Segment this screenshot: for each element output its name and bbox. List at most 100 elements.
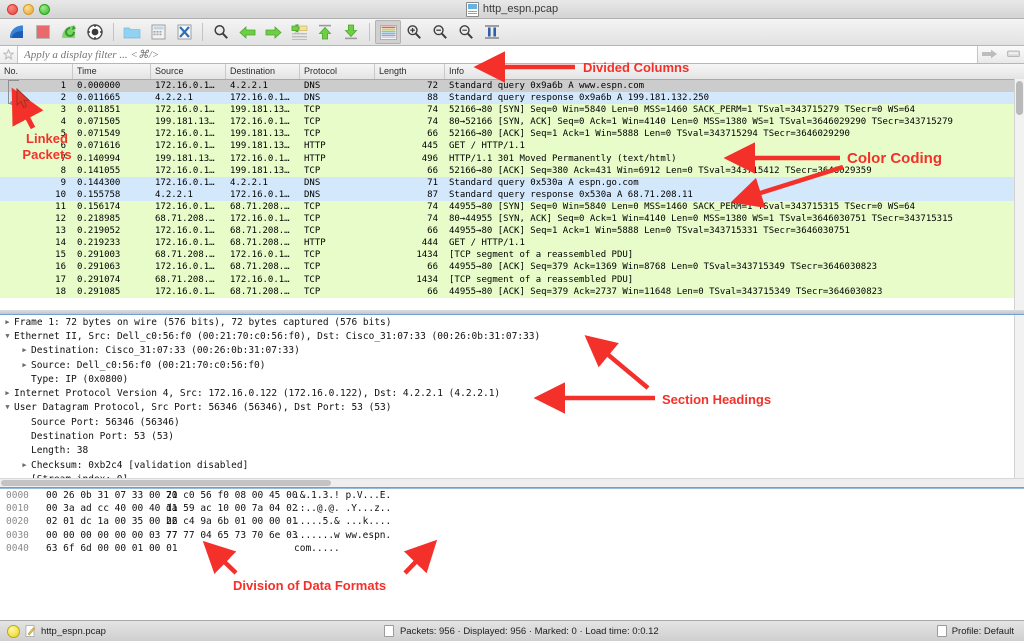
table-row[interactable]: 5 0.071549 172.16.0.1… 199.181.13… TCP 66 5216… xyxy=(0,128,1024,141)
table-row[interactable]: 9 0.144300 172.16.0.1… 4.2.2.1 DNS 71 Standard… xyxy=(0,176,1024,189)
packet-details-tree[interactable]: ▶ Frame 1: 72 bytes on wire (576 bits), 7… xyxy=(0,315,1024,487)
hex-dump[interactable]: 0000 00 26 0b 31 07 33 00 21 70 c0 56 f0 0… xyxy=(0,489,1024,555)
detail-tree-item[interactable]: ▶ Destination: Cisco_31:07:33 (00:26:0b:3… xyxy=(0,344,1024,358)
cell-proto: HTTP xyxy=(304,153,326,164)
detail-tree-item[interactable]: Type: IP (0x0800) xyxy=(0,372,1024,386)
table-row[interactable]: 12 0.218985 68.71.208.… 172.16.0.1… TCP 74 80→… xyxy=(0,213,1024,226)
table-row[interactable]: 3 0.011851 172.16.0.1… 199.181.13… TCP 74 5216… xyxy=(0,104,1024,117)
cell-proto: TCP xyxy=(304,165,321,176)
find-packet-button[interactable] xyxy=(208,20,234,44)
capture-comment-icon[interactable] xyxy=(25,625,36,637)
detail-tree-item[interactable]: ▼ User Datagram Protocol, Src Port: 56346… xyxy=(0,401,1024,415)
column-header-protocol[interactable]: Protocol xyxy=(300,64,375,79)
go-back-button[interactable] xyxy=(234,20,260,44)
status-right[interactable]: Profile: Default xyxy=(936,625,1024,637)
packet-details-scrollbar[interactable] xyxy=(1014,315,1024,487)
detail-tree-item[interactable]: ▶ Checksum: 0xb2c4 [validation disabled] xyxy=(0,458,1024,472)
table-row[interactable]: 14 0.219233 172.16.0.1… 68.71.208.… HTTP 444 G… xyxy=(0,237,1024,250)
chevron-right-icon[interactable]: ▶ xyxy=(20,361,29,369)
hex-dump-row[interactable]: 0000 00 26 0b 31 07 33 00 21 70 c0 56 f0 0… xyxy=(0,489,1024,502)
table-row[interactable]: 16 0.291063 172.16.0.1… 68.71.208.… TCP 66 449… xyxy=(0,261,1024,274)
chevron-right-icon[interactable]: ▶ xyxy=(3,390,12,397)
column-header-destination[interactable]: Destination xyxy=(226,64,300,79)
go-to-first-button[interactable] xyxy=(312,20,338,44)
packet-list-scroll-thumb[interactable] xyxy=(1016,81,1023,115)
table-row[interactable]: 18 0.291085 172.16.0.1… 68.71.208.… TCP 66 449… xyxy=(0,285,1024,298)
close-file-button[interactable] xyxy=(171,20,197,44)
chevron-down-icon[interactable]: ▼ xyxy=(3,332,12,340)
packet-details-hscroll-thumb[interactable] xyxy=(1,480,331,486)
open-file-button[interactable] xyxy=(119,20,145,44)
cell-src: 68.71.208.… xyxy=(155,250,215,261)
table-row[interactable]: 2 0.011665 4.2.2.1 172.16.0.1… DNS 88 Standard… xyxy=(0,92,1024,105)
detail-tree-item[interactable]: ▶ Internet Protocol Version 4, Src: 172.1… xyxy=(0,386,1024,400)
hex-ascii: .......w ww.espn. xyxy=(294,529,392,541)
column-header-info[interactable]: Info xyxy=(445,64,1024,79)
detail-tree-item[interactable]: ▶ Source: Dell_c0:56:f0 (00:21:70:c0:56:f… xyxy=(0,358,1024,372)
filter-expression-icon[interactable] xyxy=(1006,46,1020,64)
table-row[interactable]: 15 0.291003 68.71.208.… 172.16.0.1… TCP 1434 [… xyxy=(0,249,1024,262)
hex-dump-row[interactable]: 0010 00 3a ad cc 40 00 40 11 da 59 ac 10 0… xyxy=(0,502,1024,515)
display-filter-input[interactable] xyxy=(18,46,977,63)
table-row[interactable]: 8 0.141055 172.16.0.1… 199.181.13… TCP 66 5216… xyxy=(0,164,1024,177)
table-row[interactable]: 10 0.155758 4.2.2.1 172.16.0.1… DNS 87 Standar… xyxy=(0,188,1024,201)
table-row[interactable]: 1 0.000000 172.16.0.1… 4.2.2.1 DNS 72 Standard… xyxy=(0,80,1024,93)
packet-list-pane[interactable]: No. Time Source Destination Protocol Len… xyxy=(0,64,1024,310)
packet-bytes-pane[interactable]: 0000 00 26 0b 31 07 33 00 21 70 c0 56 f0 0… xyxy=(0,488,1024,609)
hex-dump-row[interactable]: 0040 63 6f 6d 00 00 01 00 01 com..... xyxy=(0,542,1024,555)
chevron-down-icon[interactable]: ▼ xyxy=(3,404,12,411)
column-header-length[interactable]: Length xyxy=(375,64,445,79)
go-to-packet-button[interactable] xyxy=(286,20,312,44)
cell-src: 68.71.208.… xyxy=(155,214,215,225)
filter-apply-icon[interactable] xyxy=(982,46,998,64)
packet-list-body[interactable]: 1 0.000000 172.16.0.1… 4.2.2.1 DNS 72 Standard… xyxy=(0,80,1024,298)
cell-dst: 199.181.13… xyxy=(230,105,290,116)
table-row[interactable]: 11 0.156174 172.16.0.1… 68.71.208.… TCP 74 449… xyxy=(0,200,1024,214)
cell-info: Standard query response 0x9a6b A 199.181… xyxy=(449,93,710,104)
packet-details-pane[interactable]: ▶ Frame 1: 72 bytes on wire (576 bits), 7… xyxy=(0,314,1024,488)
zoom-in-button[interactable] xyxy=(401,20,427,44)
save-file-button[interactable] xyxy=(145,20,171,44)
capture-options-button[interactable] xyxy=(82,20,108,44)
close-button[interactable] xyxy=(7,3,18,15)
detail-tree-item[interactable]: Length: 38 xyxy=(0,444,1024,458)
zoom-out-button[interactable] xyxy=(427,20,453,44)
table-row[interactable]: 4 0.071505 199.181.13… 172.16.0.1… TCP 74 80→5… xyxy=(0,116,1024,129)
column-header-source[interactable]: Source xyxy=(151,64,226,79)
stop-capture-button[interactable] xyxy=(30,20,56,44)
zoom-reset-button[interactable] xyxy=(453,20,479,44)
detail-tree-item[interactable]: ▶ Frame 1: 72 bytes on wire (576 bits), 7… xyxy=(0,315,1024,329)
detail-tree-item[interactable]: Destination Port: 53 (53) xyxy=(0,429,1024,443)
window-title: http_espn.pcap xyxy=(482,3,559,15)
column-header-no[interactable]: No. xyxy=(0,64,73,79)
packet-details-hscrollbar[interactable] xyxy=(0,478,1024,487)
cell-len: 1434 xyxy=(416,274,438,285)
chevron-right-icon[interactable]: ▶ xyxy=(20,347,29,354)
minimize-button[interactable] xyxy=(23,3,34,15)
hex-b1: 00 00 00 00 00 00 03 77 xyxy=(46,529,178,541)
status-profile[interactable]: Profile: Default xyxy=(952,626,1014,637)
table-row[interactable]: 6 0.071616 172.16.0.1… 199.181.13… HTTP 445 GE… xyxy=(0,140,1024,153)
cell-src: 4.2.2.1 xyxy=(155,189,193,200)
start-capture-button[interactable] xyxy=(4,20,30,44)
go-forward-button[interactable] xyxy=(260,20,286,44)
zoom-button[interactable] xyxy=(39,3,50,15)
chevron-right-icon[interactable]: ▶ xyxy=(20,461,29,469)
hex-dump-row[interactable]: 0030 00 00 00 00 00 00 03 77 77 77 04 65 7… xyxy=(0,529,1024,542)
filter-bookmark-button[interactable] xyxy=(0,46,18,63)
detail-tree-item[interactable]: Source Port: 56346 (56346) xyxy=(0,415,1024,429)
table-row[interactable]: 13 0.219052 172.16.0.1… 68.71.208.… TCP 66 449… xyxy=(0,225,1024,238)
colorize-button[interactable] xyxy=(375,20,401,44)
chevron-right-icon[interactable]: ▶ xyxy=(3,318,12,326)
resize-columns-button[interactable] xyxy=(479,20,505,44)
table-row[interactable]: 17 0.291074 68.71.208.… 172.16.0.1… TCP 1434 [… xyxy=(0,273,1024,286)
expert-info-icon[interactable] xyxy=(7,624,20,638)
hex-dump-row[interactable]: 0020 02 01 dc 1a 00 35 00 26 b2 c4 9a 6b 0… xyxy=(0,515,1024,528)
detail-tree-item[interactable]: ▼ Ethernet II, Src: Dell_c0:56:f0 (00:21:… xyxy=(0,329,1024,343)
restart-capture-button[interactable] xyxy=(56,20,82,44)
column-header-time[interactable]: Time xyxy=(73,64,151,79)
cell-dst: 172.16.0.1… xyxy=(230,274,290,285)
packet-list-scrollbar[interactable] xyxy=(1014,79,1024,310)
go-to-last-button[interactable] xyxy=(338,20,364,44)
table-row[interactable]: 7 0.140994 199.181.13… 172.16.0.1… HTTP 496 HT… xyxy=(0,152,1024,165)
